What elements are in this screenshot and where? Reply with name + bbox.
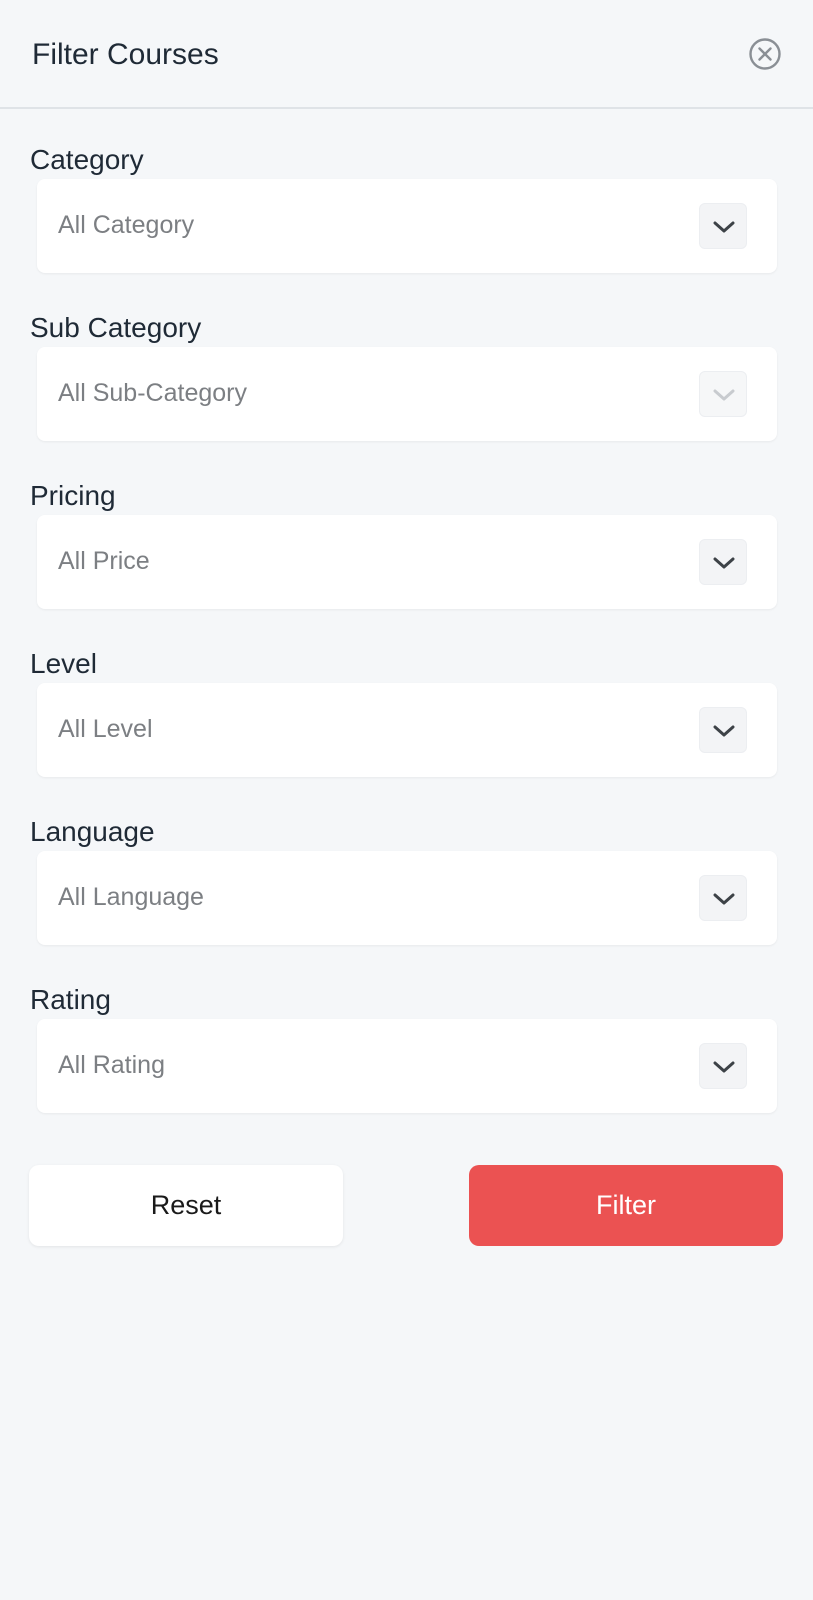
sub-category-label: Sub Category [30,312,202,343]
category-value: All Category [58,211,195,239]
level-value: All Level [58,715,153,743]
language-select[interactable]: All Language [37,851,777,945]
rating-label: Rating [30,984,111,1015]
category-select[interactable]: All Category [37,179,777,273]
language-label: Language [30,816,155,847]
category-label: Category [30,144,144,175]
level-select[interactable]: All Level [37,683,777,777]
category-dropdown-toggle[interactable] [699,203,747,249]
sub-category-dropdown-toggle[interactable] [699,371,747,417]
sub-category-value: All Sub-Category [58,379,247,407]
rating-value: All Rating [58,1051,165,1079]
close-circle-icon [748,37,782,71]
language-dropdown-toggle[interactable] [699,875,747,921]
pricing-value: All Price [58,547,150,575]
pricing-label: Pricing [30,480,116,511]
sub-category-select[interactable]: All Sub-Category [37,347,777,441]
level-label: Level [30,648,97,679]
header: Filter Courses [0,0,813,109]
pricing-dropdown-toggle[interactable] [699,539,747,585]
filter-button[interactable]: Filter [469,1165,783,1246]
reset-button[interactable]: Reset [29,1165,343,1246]
rating-select[interactable]: All Rating [37,1019,777,1113]
language-value: All Language [58,883,204,911]
level-dropdown-toggle[interactable] [699,707,747,753]
page-title: Filter Courses [32,38,219,71]
pricing-select[interactable]: All Price [37,515,777,609]
rating-dropdown-toggle[interactable] [699,1043,747,1089]
close-button[interactable] [748,37,782,71]
